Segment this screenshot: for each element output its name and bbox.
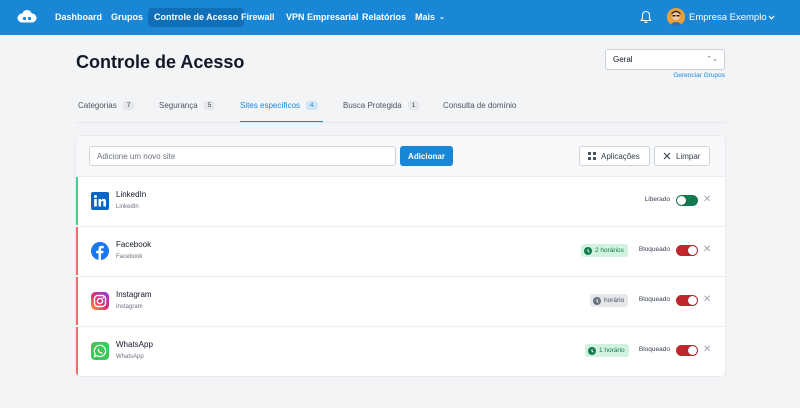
site-name: Facebook bbox=[116, 240, 152, 249]
tab-seguranca[interactable]: Segurança 5 bbox=[159, 101, 216, 122]
close-icon bbox=[663, 152, 671, 160]
updown-chevron-icon: ⌃⌄ bbox=[706, 56, 718, 63]
chevron-down-icon: ⌄ bbox=[439, 14, 445, 22]
schedule-label: 1 horário bbox=[599, 347, 625, 354]
schedule-label: 2 horários bbox=[595, 247, 624, 254]
group-select[interactable]: Geral ⌃⌄ bbox=[605, 49, 725, 70]
nav-grupos[interactable]: Grupos bbox=[105, 8, 149, 27]
nav-mais-label: Mais bbox=[415, 12, 436, 22]
nav-mais[interactable]: Mais ⌄ bbox=[409, 8, 451, 27]
remove-site-icon[interactable]: ✕ bbox=[703, 344, 711, 356]
site-row-facebook: Facebook Facebook 2 horários Bloqueado ✕ bbox=[76, 226, 725, 275]
nav-dashboard[interactable]: Dashboard bbox=[49, 8, 108, 27]
company-name[interactable]: Empresa Exemplo bbox=[689, 8, 767, 27]
site-row-whatsapp: WhatsApp WhatsApp 1 horário Bloqueado ✕ bbox=[76, 326, 725, 375]
site-subtitle: WhatsApp bbox=[116, 354, 144, 360]
clear-button[interactable]: Limpar bbox=[654, 146, 710, 166]
instagram-icon bbox=[91, 292, 109, 310]
clear-label: Limpar bbox=[676, 151, 701, 161]
schedule-badge[interactable]: 2 horários bbox=[581, 244, 628, 257]
sites-card: Adicionar Aplicações Limpar LinkedIn Lin… bbox=[76, 136, 725, 376]
top-navbar: Dashboard Grupos Controle de Acesso Fire… bbox=[0, 0, 800, 35]
remove-site-icon[interactable]: ✕ bbox=[703, 244, 711, 256]
schedule-badge[interactable]: 1 horário bbox=[585, 344, 629, 357]
tab-busca-protegida[interactable]: Busca Protegida 1 bbox=[343, 101, 420, 122]
row-accent bbox=[76, 277, 78, 325]
site-status: Bloqueado bbox=[638, 296, 670, 303]
remove-site-icon[interactable]: ✕ bbox=[703, 294, 711, 306]
site-toggle[interactable] bbox=[676, 295, 698, 306]
page-title: Controle de Acesso bbox=[76, 52, 245, 72]
schedule-badge[interactable]: horário bbox=[590, 294, 629, 307]
group-select-value: Geral bbox=[613, 55, 633, 64]
avatar[interactable] bbox=[667, 8, 685, 26]
toggle-knob bbox=[688, 296, 697, 305]
site-row-instagram: Instagram Instagram horário Bloqueado ✕ bbox=[76, 276, 725, 325]
tab-count-badge: 1 bbox=[407, 101, 420, 110]
tab-count-badge: 7 bbox=[122, 101, 135, 110]
site-name: LinkedIn bbox=[116, 190, 147, 199]
site-status: Liberado bbox=[644, 196, 670, 203]
chevron-down-icon[interactable] bbox=[767, 13, 776, 22]
site-toggle[interactable] bbox=[676, 345, 698, 356]
nav-controle-de-acesso[interactable]: Controle de Acesso bbox=[148, 8, 245, 27]
tab-label: Sites específicos bbox=[240, 101, 301, 110]
grid-icon bbox=[588, 152, 596, 160]
nav-relatorios[interactable]: Relatórios bbox=[356, 8, 412, 27]
toggle-knob bbox=[688, 346, 697, 355]
applications-label: Aplicações bbox=[601, 151, 640, 161]
clock-icon bbox=[588, 346, 596, 355]
card-toolbar: Adicionar Aplicações Limpar bbox=[76, 136, 725, 176]
clock-icon bbox=[584, 246, 592, 255]
row-accent bbox=[76, 227, 78, 275]
site-toggle[interactable] bbox=[676, 195, 698, 206]
row-accent bbox=[76, 177, 78, 225]
new-site-input[interactable] bbox=[89, 146, 396, 166]
site-subtitle: Facebook bbox=[116, 254, 143, 260]
tab-count-badge: 4 bbox=[306, 101, 318, 110]
site-name: WhatsApp bbox=[116, 340, 153, 349]
toggle-knob bbox=[688, 246, 697, 255]
tab-categorias[interactable]: Categorias 7 bbox=[78, 101, 135, 122]
site-row-linkedin: LinkedIn LinkedIn Liberado ✕ bbox=[76, 176, 725, 225]
whatsapp-icon bbox=[91, 342, 109, 360]
site-status: Bloqueado bbox=[638, 346, 670, 353]
linkedin-icon bbox=[91, 192, 109, 210]
site-status: Bloqueado bbox=[638, 246, 670, 253]
site-subtitle: LinkedIn bbox=[116, 204, 139, 210]
row-accent bbox=[76, 327, 78, 375]
schedule-label: horário bbox=[604, 297, 625, 304]
tab-label: Consulta de domínio bbox=[443, 101, 517, 110]
clock-icon bbox=[593, 296, 601, 305]
tab-label: Categorias bbox=[78, 101, 117, 110]
nav-vpn-empresarial[interactable]: VPN Empresarial bbox=[280, 8, 365, 27]
site-subtitle: Instagram bbox=[116, 304, 143, 310]
toggle-knob bbox=[677, 196, 686, 205]
manage-groups-link[interactable]: Gerenciar Grupos bbox=[673, 72, 725, 79]
tab-consulta-de-dominio[interactable]: Consulta de domínio bbox=[443, 101, 516, 122]
user-avatar-icon bbox=[667, 8, 685, 26]
tab-count-badge: 5 bbox=[203, 101, 216, 110]
tabs-divider bbox=[76, 122, 725, 123]
tab-label: Busca Protegida bbox=[343, 101, 402, 110]
add-site-button[interactable]: Adicionar bbox=[400, 146, 453, 166]
cloud-logo-icon[interactable] bbox=[16, 9, 38, 25]
nav-firewall[interactable]: Firewall bbox=[235, 8, 281, 27]
site-toggle[interactable] bbox=[676, 245, 698, 256]
bell-icon[interactable] bbox=[640, 10, 652, 24]
tab-sites-especificos[interactable]: Sites específicos 4 bbox=[240, 101, 323, 122]
remove-site-icon[interactable]: ✕ bbox=[703, 194, 711, 206]
facebook-icon bbox=[91, 242, 109, 260]
tab-label: Segurança bbox=[159, 101, 198, 110]
site-name: Instagram bbox=[116, 290, 152, 299]
applications-button[interactable]: Aplicações bbox=[579, 146, 650, 166]
